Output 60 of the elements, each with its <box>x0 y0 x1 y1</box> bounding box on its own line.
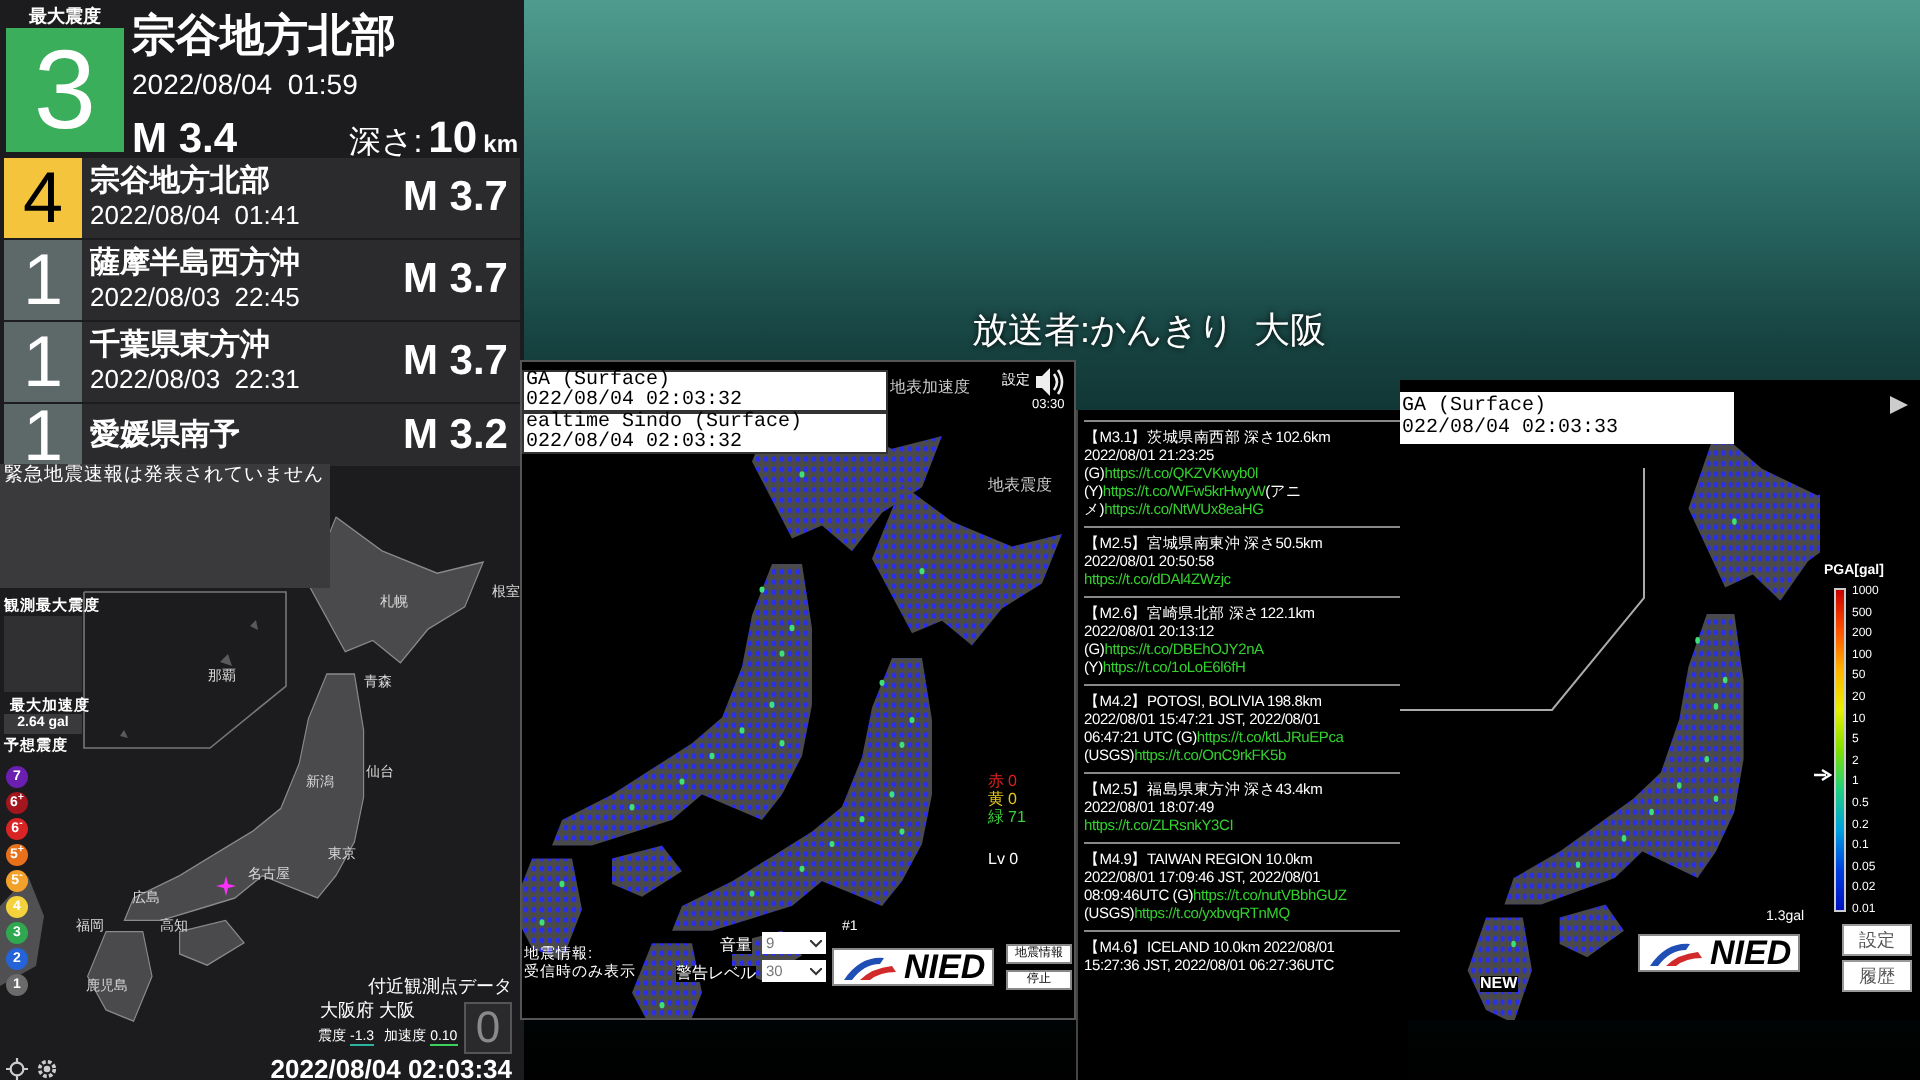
eew-status: 緊急地震速報は発表されていません <box>0 464 330 486</box>
depth-unit: km <box>483 128 518 162</box>
logo-text: NIED <box>1710 936 1792 970</box>
count-label: 赤 <box>988 774 1004 790</box>
speaker-icon[interactable] <box>1034 366 1066 398</box>
layer-time: 022/08/04 02:03:32 <box>526 433 745 452</box>
magnitude: M 3.4 <box>132 114 238 164</box>
map-label: 地表加速度 <box>890 380 970 396</box>
intensity-badge: 4 <box>4 158 82 238</box>
count-value: 71 <box>1008 810 1026 826</box>
locate-icon[interactable] <box>6 1058 28 1080</box>
intensity-badge: 1 <box>4 404 82 466</box>
observed-max-box <box>4 616 82 692</box>
station-name: 大阪府 大阪 <box>320 1002 416 1020</box>
region-name: 千葉県東方沖 <box>90 328 272 364</box>
volume-label: 音量 <box>720 938 752 954</box>
history-row[interactable]: 1 愛媛県南予 M 3.2 <box>4 404 520 466</box>
intensity-badge: 1 <box>4 240 82 320</box>
new-label: NEW <box>1480 976 1518 992</box>
region-name: 愛媛県南予 <box>90 417 242 453</box>
region-name: 薩摩半島西方沖 <box>90 246 302 282</box>
layer-name: GA (Surface) <box>526 372 671 391</box>
clock: 2022/08/04 02:03:34 <box>270 1056 512 1080</box>
chevron-down-icon <box>810 967 822 975</box>
level-indicator: Lv 0 <box>988 852 1019 868</box>
layer-time: 022/08/04 02:03:33 <box>1402 418 1621 440</box>
map-label: 地表震度 <box>988 478 1052 494</box>
play-icon[interactable] <box>1890 396 1908 414</box>
epicenter-icon <box>216 876 236 896</box>
layer-name: GA (Surface) <box>1402 396 1549 418</box>
window-button[interactable]: 履歴 <box>1842 960 1912 992</box>
broadcaster-caption: 放送者:かんきり 大阪 <box>972 312 1327 348</box>
count-value: 0 <box>1008 774 1017 790</box>
quake-time: 2022/08/04 01:59 <box>132 66 360 102</box>
station-title: 付近観測点データ <box>368 978 512 996</box>
count-value: 0 <box>1008 792 1017 808</box>
quake-time: 2022/08/03 22:45 <box>90 282 302 314</box>
intensity-badge: 3 <box>6 28 124 152</box>
quake-time: 2022/08/04 01:41 <box>90 200 302 232</box>
chevron-down-icon <box>810 939 822 947</box>
depth-label: 深さ: <box>349 124 423 164</box>
magnitude: M 3.7 <box>402 336 510 389</box>
region-name: 宗谷地方北部 <box>90 164 272 200</box>
magnitude: M 3.7 <box>402 254 510 307</box>
magnitude: M 3.7 <box>402 172 510 225</box>
settings-icon[interactable] <box>36 1058 58 1080</box>
station-intensity: 0 <box>464 1002 512 1054</box>
logo-text: NIED <box>904 950 986 984</box>
layer-time: 022/08/04 02:03:32 <box>526 391 745 410</box>
intensity-badge: 1 <box>4 322 82 402</box>
count-label: 黄 <box>988 792 1004 808</box>
region-name: 宗谷地方北部 <box>132 8 398 64</box>
quake-time: 2022/08/03 22:31 <box>90 364 302 396</box>
warning-level-label: 警告レベル <box>676 966 756 982</box>
layer-name: ealtime Sindo (Surface) <box>526 414 805 433</box>
arrow-icon <box>1814 768 1832 782</box>
window-button[interactable]: 設定 <box>1842 924 1912 956</box>
count-label: 緑 <box>988 810 1004 826</box>
max-intensity-label: 最大震度 <box>29 4 101 28</box>
magnitude: M 3.2 <box>402 409 510 462</box>
